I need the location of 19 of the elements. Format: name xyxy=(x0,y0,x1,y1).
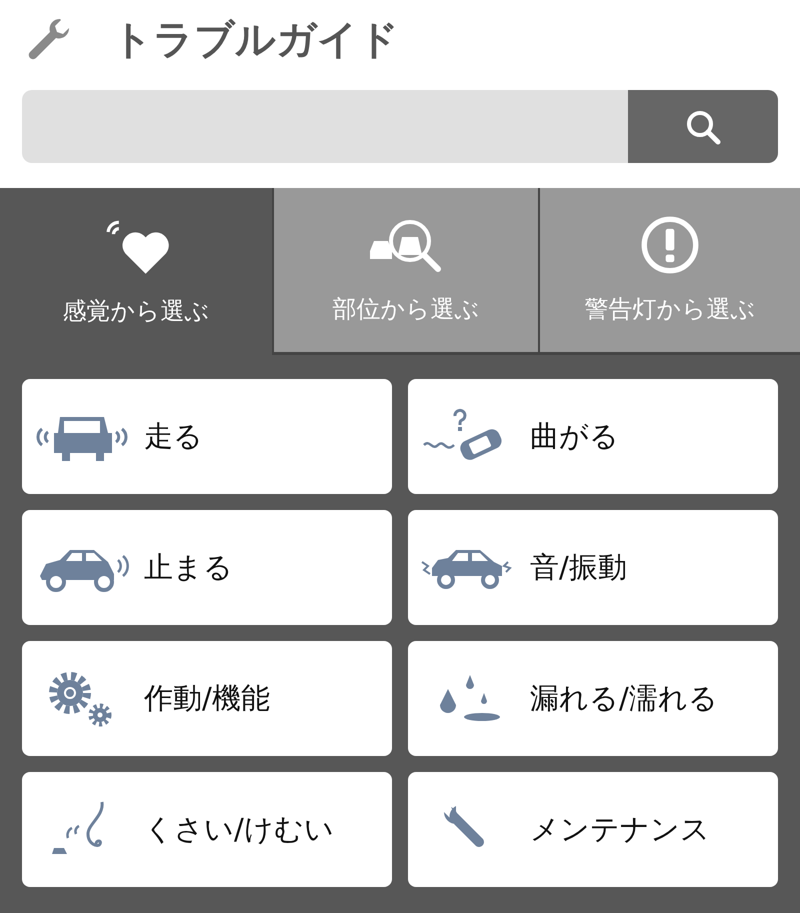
category-button[interactable]: 曲がる xyxy=(408,379,778,494)
category-label: 漏れる/濡れる xyxy=(530,680,718,716)
category-button[interactable]: くさい/けむい xyxy=(22,772,392,887)
category-button[interactable]: 止まる xyxy=(22,510,392,625)
category-button[interactable]: メンテナンス xyxy=(408,772,778,887)
category-label: くさい/けむい xyxy=(144,810,334,848)
category-label: メンテナンス xyxy=(530,810,710,848)
search-button[interactable] xyxy=(628,90,778,163)
category-button[interactable]: 走る xyxy=(22,379,392,494)
category-button[interactable]: 漏れる/濡れる xyxy=(408,641,778,756)
category-label: 止まる xyxy=(144,548,233,586)
category-button[interactable]: 作動/機能 xyxy=(22,641,392,756)
category-label: 音/振動 xyxy=(530,548,627,586)
category-label: 曲がる xyxy=(530,418,619,454)
category-label: 作動/機能 xyxy=(144,680,270,716)
category-label: 走る xyxy=(144,418,203,454)
page-title: トラブルガイド xyxy=(112,16,399,64)
category-button[interactable]: 音/振動 xyxy=(408,510,778,625)
search-field[interactable] xyxy=(22,90,778,163)
